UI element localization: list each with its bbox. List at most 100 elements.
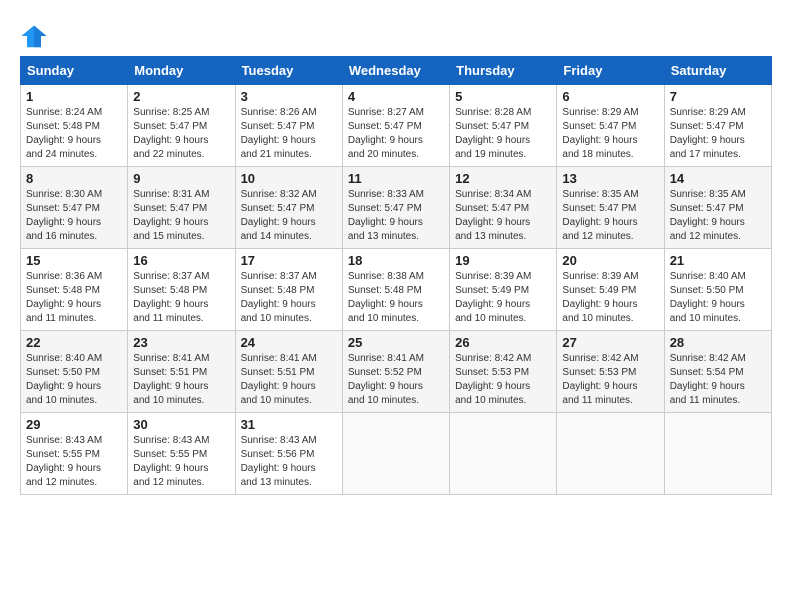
calendar-cell: 21 Sunrise: 8:40 AM Sunset: 5:50 PM Dayli… xyxy=(664,249,771,331)
cell-day-number: 20 xyxy=(562,253,658,268)
calendar-cell: 22 Sunrise: 8:40 AM Sunset: 5:50 PM Dayli… xyxy=(21,331,128,413)
day-header-friday: Friday xyxy=(557,57,664,85)
calendar-cell: 24 Sunrise: 8:41 AM Sunset: 5:51 PM Dayli… xyxy=(235,331,342,413)
day-header-monday: Monday xyxy=(128,57,235,85)
calendar-cell: 27Sunrise: 8:42 AM Sunset: 5:53 PM Dayli… xyxy=(557,331,664,413)
cell-day-number: 6 xyxy=(562,89,658,104)
calendar-cell: 20 Sunrise: 8:39 AM Sunset: 5:49 PM Dayli… xyxy=(557,249,664,331)
logo-icon xyxy=(20,22,48,50)
cell-info: Sunrise: 8:25 AM Sunset: 5:47 PM Dayligh… xyxy=(133,106,229,162)
day-header-wednesday: Wednesday xyxy=(342,57,449,85)
cell-info: Sunrise: 8:34 AM Sunset: 5:47 PM Dayligh… xyxy=(455,188,551,244)
calendar-cell: 9Sunrise: 8:31 AM Sunset: 5:47 PM Daylig… xyxy=(128,167,235,249)
calendar-cell xyxy=(342,413,449,495)
cell-day-number: 12 xyxy=(455,171,551,186)
day-header-sunday: Sunday xyxy=(21,57,128,85)
cell-info: Sunrise: 8:41 AM Sunset: 5:51 PM Dayligh… xyxy=(241,352,337,408)
calendar-cell: 4Sunrise: 8:27 AM Sunset: 5:47 PM Daylig… xyxy=(342,85,449,167)
calendar-cell: 17 Sunrise: 8:37 AM Sunset: 5:48 PM Dayli… xyxy=(235,249,342,331)
day-header-thursday: Thursday xyxy=(450,57,557,85)
cell-info: Sunrise: 8:42 AM Sunset: 5:54 PM Dayligh… xyxy=(670,352,766,408)
cell-info: Sunrise: 8:42 AM Sunset: 5:53 PM Dayligh… xyxy=(455,352,551,408)
calendar-cell: 30Sunrise: 8:43 AM Sunset: 5:55 PM Dayli… xyxy=(128,413,235,495)
cell-day-number: 15 xyxy=(26,253,122,268)
cell-info: Sunrise: 8:43 AM Sunset: 5:55 PM Dayligh… xyxy=(26,434,122,490)
calendar-cell: 19 Sunrise: 8:39 AM Sunset: 5:49 PM Dayli… xyxy=(450,249,557,331)
cell-day-number: 1 xyxy=(26,89,122,104)
calendar-cell: 23 Sunrise: 8:41 AM Sunset: 5:51 PM Dayli… xyxy=(128,331,235,413)
cell-day-number: 31 xyxy=(241,417,337,432)
calendar-cell: 13 Sunrise: 8:35 AM Sunset: 5:47 PM Dayli… xyxy=(557,167,664,249)
cell-info: Sunrise: 8:29 AM Sunset: 5:47 PM Dayligh… xyxy=(562,106,658,162)
calendar-cell: 26 Sunrise: 8:42 AM Sunset: 5:53 PM Dayli… xyxy=(450,331,557,413)
week-row-1: 1Sunrise: 8:24 AM Sunset: 5:48 PM Daylig… xyxy=(21,85,772,167)
calendar-cell: 29 Sunrise: 8:43 AM Sunset: 5:55 PM Dayli… xyxy=(21,413,128,495)
cell-info: Sunrise: 8:30 AM Sunset: 5:47 PM Dayligh… xyxy=(26,188,122,244)
calendar-cell: 12 Sunrise: 8:34 AM Sunset: 5:47 PM Dayli… xyxy=(450,167,557,249)
cell-day-number: 13 xyxy=(562,171,658,186)
cell-day-number: 24 xyxy=(241,335,337,350)
cell-info: Sunrise: 8:39 AM Sunset: 5:49 PM Dayligh… xyxy=(562,270,658,326)
week-row-3: 15 Sunrise: 8:36 AM Sunset: 5:48 PM Dayli… xyxy=(21,249,772,331)
day-header-saturday: Saturday xyxy=(664,57,771,85)
calendar-cell xyxy=(664,413,771,495)
cell-day-number: 21 xyxy=(670,253,766,268)
calendar-cell: 1Sunrise: 8:24 AM Sunset: 5:48 PM Daylig… xyxy=(21,85,128,167)
cell-day-number: 28 xyxy=(670,335,766,350)
cell-info: Sunrise: 8:29 AM Sunset: 5:47 PM Dayligh… xyxy=(670,106,766,162)
cell-info: Sunrise: 8:39 AM Sunset: 5:49 PM Dayligh… xyxy=(455,270,551,326)
calendar-cell xyxy=(450,413,557,495)
cell-day-number: 3 xyxy=(241,89,337,104)
calendar-body: 1Sunrise: 8:24 AM Sunset: 5:48 PM Daylig… xyxy=(21,85,772,495)
calendar-cell xyxy=(557,413,664,495)
week-row-5: 29 Sunrise: 8:43 AM Sunset: 5:55 PM Dayli… xyxy=(21,413,772,495)
cell-day-number: 17 xyxy=(241,253,337,268)
cell-day-number: 25 xyxy=(348,335,444,350)
cell-day-number: 22 xyxy=(26,335,122,350)
cell-info: Sunrise: 8:35 AM Sunset: 5:47 PM Dayligh… xyxy=(562,188,658,244)
cell-info: Sunrise: 8:37 AM Sunset: 5:48 PM Dayligh… xyxy=(241,270,337,326)
calendar-cell: 3 Sunrise: 8:26 AM Sunset: 5:47 PM Daylig… xyxy=(235,85,342,167)
cell-day-number: 26 xyxy=(455,335,551,350)
cell-day-number: 4 xyxy=(348,89,444,104)
calendar-cell: 2 Sunrise: 8:25 AM Sunset: 5:47 PM Daylig… xyxy=(128,85,235,167)
calendar-cell: 10Sunrise: 8:32 AM Sunset: 5:47 PM Dayli… xyxy=(235,167,342,249)
page: SundayMondayTuesdayWednesdayThursdayFrid… xyxy=(0,0,792,505)
cell-info: Sunrise: 8:40 AM Sunset: 5:50 PM Dayligh… xyxy=(26,352,122,408)
day-header-tuesday: Tuesday xyxy=(235,57,342,85)
cell-info: Sunrise: 8:31 AM Sunset: 5:47 PM Dayligh… xyxy=(133,188,229,244)
cell-info: Sunrise: 8:28 AM Sunset: 5:47 PM Dayligh… xyxy=(455,106,551,162)
header xyxy=(20,18,772,50)
calendar-cell: 8 Sunrise: 8:30 AM Sunset: 5:47 PM Daylig… xyxy=(21,167,128,249)
cell-day-number: 11 xyxy=(348,171,444,186)
calendar-cell: 6 Sunrise: 8:29 AM Sunset: 5:47 PM Daylig… xyxy=(557,85,664,167)
cell-info: Sunrise: 8:43 AM Sunset: 5:56 PM Dayligh… xyxy=(241,434,337,490)
cell-day-number: 7 xyxy=(670,89,766,104)
cell-day-number: 23 xyxy=(133,335,229,350)
cell-day-number: 18 xyxy=(348,253,444,268)
cell-day-number: 2 xyxy=(133,89,229,104)
week-row-4: 22 Sunrise: 8:40 AM Sunset: 5:50 PM Dayli… xyxy=(21,331,772,413)
cell-day-number: 16 xyxy=(133,253,229,268)
cell-day-number: 5 xyxy=(455,89,551,104)
cell-info: Sunrise: 8:36 AM Sunset: 5:48 PM Dayligh… xyxy=(26,270,122,326)
cell-day-number: 8 xyxy=(26,171,122,186)
cell-info: Sunrise: 8:26 AM Sunset: 5:47 PM Dayligh… xyxy=(241,106,337,162)
cell-day-number: 19 xyxy=(455,253,551,268)
calendar-cell: 14Sunrise: 8:35 AM Sunset: 5:47 PM Dayli… xyxy=(664,167,771,249)
cell-info: Sunrise: 8:42 AM Sunset: 5:53 PM Dayligh… xyxy=(562,352,658,408)
calendar-cell: 28 Sunrise: 8:42 AM Sunset: 5:54 PM Dayli… xyxy=(664,331,771,413)
cell-info: Sunrise: 8:41 AM Sunset: 5:52 PM Dayligh… xyxy=(348,352,444,408)
cell-info: Sunrise: 8:37 AM Sunset: 5:48 PM Dayligh… xyxy=(133,270,229,326)
cell-info: Sunrise: 8:41 AM Sunset: 5:51 PM Dayligh… xyxy=(133,352,229,408)
calendar-cell: 31 Sunrise: 8:43 AM Sunset: 5:56 PM Dayli… xyxy=(235,413,342,495)
cell-info: Sunrise: 8:35 AM Sunset: 5:47 PM Dayligh… xyxy=(670,188,766,244)
calendar-cell: 15 Sunrise: 8:36 AM Sunset: 5:48 PM Dayli… xyxy=(21,249,128,331)
logo xyxy=(20,22,52,50)
calendar-cell: 5 Sunrise: 8:28 AM Sunset: 5:47 PM Daylig… xyxy=(450,85,557,167)
week-row-2: 8 Sunrise: 8:30 AM Sunset: 5:47 PM Daylig… xyxy=(21,167,772,249)
calendar-header-row: SundayMondayTuesdayWednesdayThursdayFrid… xyxy=(21,57,772,85)
calendar-cell: 7 Sunrise: 8:29 AM Sunset: 5:47 PM Daylig… xyxy=(664,85,771,167)
cell-info: Sunrise: 8:40 AM Sunset: 5:50 PM Dayligh… xyxy=(670,270,766,326)
cell-day-number: 29 xyxy=(26,417,122,432)
